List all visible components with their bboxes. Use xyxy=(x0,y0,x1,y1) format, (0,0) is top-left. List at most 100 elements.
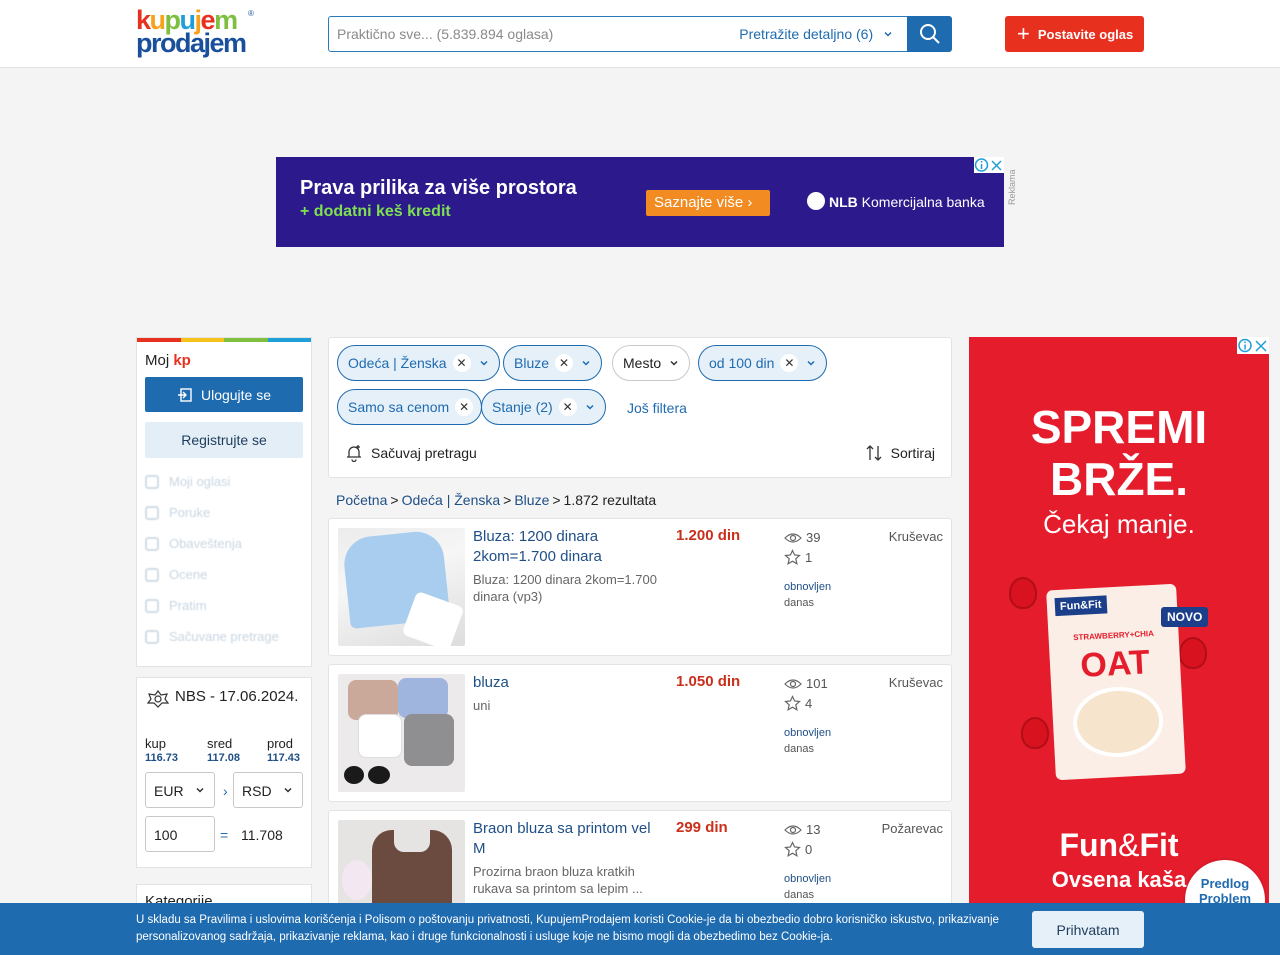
login-icon xyxy=(177,387,192,402)
brand-fun: Fun xyxy=(1059,827,1119,863)
convert-arrow-icon: › xyxy=(223,783,228,799)
sidebar-item-messages[interactable]: Poruke xyxy=(145,497,303,528)
bell-icon xyxy=(145,536,159,551)
site-logo[interactable]: kupujem prodajem ® xyxy=(136,7,256,59)
cookie-consent-text: U skladu sa Pravilima i uslovima korišće… xyxy=(136,914,999,943)
listing-title[interactable]: Braon bluza sa printom vel M xyxy=(473,819,663,859)
filter-chip-category[interactable]: Odeća | Ženska ✕ xyxy=(337,345,500,381)
ad-choices-icon[interactable] xyxy=(1237,337,1269,354)
post-ad-button[interactable]: + Postavite oglas xyxy=(1005,16,1144,52)
listing-title[interactable]: bluza xyxy=(473,673,663,693)
plus-icon: + xyxy=(1017,21,1030,46)
filter-chip-subcategory[interactable]: Bluze ✕ xyxy=(503,345,603,381)
detailed-search-dropdown[interactable]: Pretražite detaljno (6) xyxy=(739,26,893,42)
filter-chip-with-price[interactable]: Samo sa cenom ✕ xyxy=(337,389,483,425)
listing-item[interactable]: bluza uni 1.050 din 101 4 obnovljen danas… xyxy=(328,664,952,802)
sidebar-item-label: Moji oglasi xyxy=(169,474,231,489)
side-ad[interactable]: SPREMI BRŽE. Čekaj manje. Fun&Fit STRAWB… xyxy=(969,337,1269,937)
listing-city: Požarevac xyxy=(881,821,943,836)
listing-renewed: obnovljen danas xyxy=(784,725,831,757)
close-ad-icon[interactable] xyxy=(989,157,1004,173)
ad-info-icon[interactable] xyxy=(974,157,989,173)
listing-views: 101 xyxy=(784,676,828,691)
converted-amount: 11.708 xyxy=(241,827,283,843)
nbs-emblem-icon xyxy=(146,690,170,708)
to-currency-select[interactable]: RSD xyxy=(233,772,303,808)
chevron-down-icon xyxy=(196,787,204,793)
login-button[interactable]: Ulogujte se xyxy=(145,377,303,412)
breadcrumb-separator: > xyxy=(503,492,512,508)
renewed-label: obnovljen xyxy=(784,581,832,593)
package-bowl-image xyxy=(1071,684,1165,760)
breadcrumb-subcategory[interactable]: Bluze xyxy=(514,492,549,508)
exchange-rate-widget: NBS - 17.06.2024. kup 116.73 sred 117.08 p… xyxy=(136,677,312,868)
star-icon xyxy=(784,549,801,566)
star-icon xyxy=(145,598,159,613)
listing-favorites[interactable]: 4 xyxy=(784,695,812,712)
eye-icon xyxy=(784,678,802,689)
from-currency-select[interactable]: EUR xyxy=(145,772,215,808)
sidebar-item-ratings[interactable]: Ocene xyxy=(145,559,303,590)
register-button[interactable]: Registrujte se xyxy=(145,422,303,458)
star-icon xyxy=(784,841,801,858)
amount-input[interactable]: 100 xyxy=(145,816,215,852)
ad-info-icon[interactable] xyxy=(1237,337,1253,354)
brand-fit: Fit xyxy=(1139,827,1179,863)
listing-photo[interactable] xyxy=(338,820,465,909)
views-count: 39 xyxy=(806,530,821,545)
ad-choices-icon[interactable] xyxy=(974,157,1004,173)
filter-chip-location[interactable]: Mesto xyxy=(612,345,691,381)
chevron-down-icon xyxy=(585,402,595,412)
filter-chip-price[interactable]: od 100 din ✕ xyxy=(698,345,828,381)
sidebar-item-my-ads[interactable]: Moji oglasi xyxy=(145,466,303,497)
listing-photo[interactable] xyxy=(338,528,465,646)
equals-sign: = xyxy=(220,827,229,843)
remove-filter-icon[interactable]: ✕ xyxy=(452,354,471,372)
sort-button[interactable]: Sortiraj xyxy=(865,444,935,462)
remove-filter-icon[interactable]: ✕ xyxy=(780,354,799,372)
close-ad-icon[interactable] xyxy=(1253,337,1269,354)
listing-item[interactable]: Bluza: 1200 dinara 2kom=1.700 dinara Blu… xyxy=(328,518,952,656)
remove-filter-icon[interactable]: ✕ xyxy=(555,354,574,372)
banner-ad-headline: Prava prilika za više prostora xyxy=(300,177,577,199)
filter-chip-condition[interactable]: Stanje (2) ✕ xyxy=(481,389,606,425)
banner-ad-bank-name: NLB Komercijalna banka xyxy=(807,192,985,210)
listing-favorites[interactable]: 0 xyxy=(784,841,812,858)
sidebar-item-saved-searches[interactable]: Sačuvane pretrage xyxy=(145,621,303,652)
save-search-button[interactable]: Sačuvaj pretragu xyxy=(345,444,477,462)
breadcrumb-home[interactable]: Početna xyxy=(336,492,387,508)
strawberry-image xyxy=(1179,637,1207,669)
banner-ad[interactable]: Prava prilika za više prostora + dodatni… xyxy=(276,157,1004,247)
listing-description: Bluza: 1200 dinara 2kom=1.700 dinara (vp… xyxy=(473,572,657,604)
accept-cookies-button[interactable]: Prihvatam xyxy=(1032,911,1144,948)
remove-filter-icon[interactable]: ✕ xyxy=(558,398,577,416)
search-button[interactable] xyxy=(907,16,952,52)
sidebar-item-label: Obaveštenja xyxy=(169,536,242,551)
package-oat: OAT xyxy=(1079,643,1151,685)
more-filters-link[interactable]: Još filtera xyxy=(627,400,687,416)
filter-chip-label: Mesto xyxy=(623,355,662,371)
sell-rate-value: 117.43 xyxy=(267,752,301,764)
listing-renewed: obnovljen danas xyxy=(784,579,831,611)
search-input[interactable] xyxy=(329,17,729,51)
listing-photo[interactable] xyxy=(338,674,465,792)
banner-ad-cta-button[interactable]: Saznajte više › xyxy=(646,190,770,216)
favorites-count: 4 xyxy=(805,696,813,711)
saved-search-icon xyxy=(145,629,159,644)
logo-line-2: prodajem xyxy=(136,28,247,59)
mid-rate-value: 117.08 xyxy=(207,752,241,764)
listing-item[interactable]: Braon bluza sa printom vel M Prozirna br… xyxy=(328,810,952,910)
sidebar-item-following[interactable]: Pratim xyxy=(145,590,303,621)
register-label: Registrujte se xyxy=(181,432,267,448)
side-ad-brand: Fun&Fit xyxy=(969,827,1269,864)
listing-title[interactable]: Bluza: 1200 dinara 2kom=1.700 dinara xyxy=(473,527,663,567)
remove-filter-icon[interactable]: ✕ xyxy=(455,398,474,416)
renewed-label: obnovljen xyxy=(784,873,832,885)
sidebar-item-notifications[interactable]: Obaveštenja xyxy=(145,528,303,559)
listing-favorites[interactable]: 1 xyxy=(784,549,812,566)
breadcrumb-category[interactable]: Odeća | Ženska xyxy=(402,492,501,508)
listing-views: 39 xyxy=(784,530,820,545)
filter-chip-label: Samo sa cenom xyxy=(348,399,450,415)
chevron-down-icon xyxy=(884,31,892,37)
strawberry-image xyxy=(1009,577,1037,609)
